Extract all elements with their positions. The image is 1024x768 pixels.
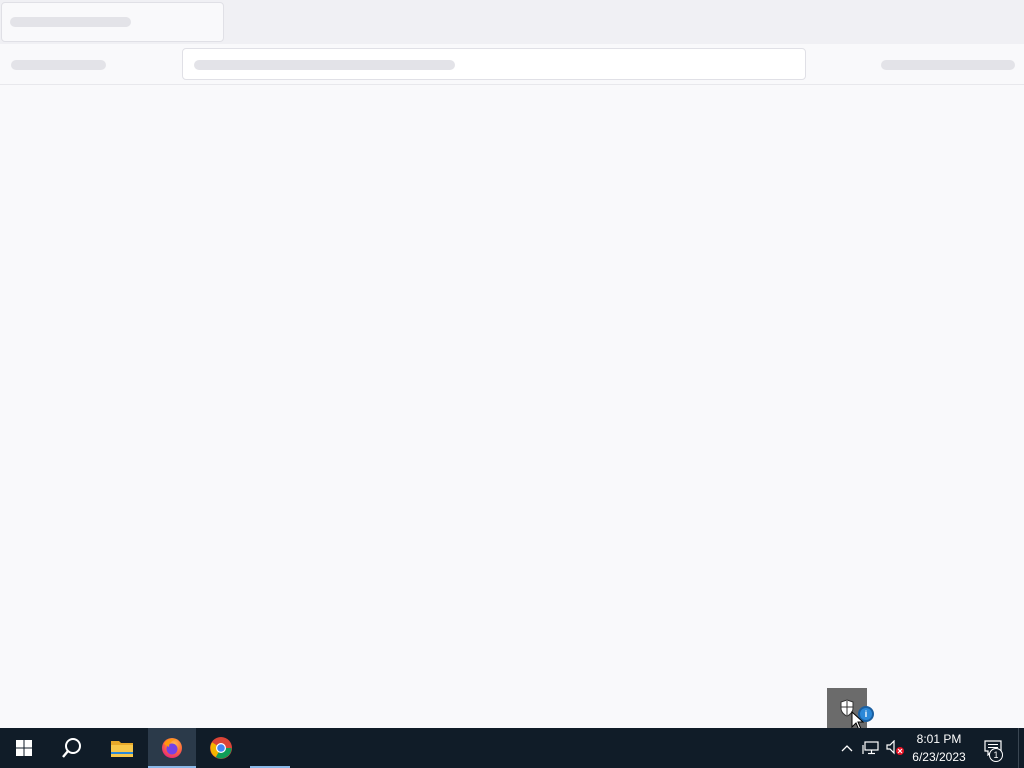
address-placeholder xyxy=(194,60,455,70)
show-desktop-button[interactable] xyxy=(1018,728,1024,768)
chrome-button[interactable] xyxy=(197,728,245,768)
page-content xyxy=(0,86,1024,728)
chevron-up-icon xyxy=(841,745,853,752)
network-icon xyxy=(862,741,879,755)
volume-muted-icon xyxy=(886,740,904,755)
toolbar-buttons-placeholder xyxy=(881,60,1015,70)
browser-nav-bar xyxy=(0,44,1024,85)
address-bar[interactable] xyxy=(182,48,806,80)
firefox-button[interactable] xyxy=(148,728,196,768)
firefox-icon xyxy=(162,738,182,758)
taskbar: 8:01 PM 6/23/2023 1 xyxy=(0,728,1024,768)
browser-tab-loading[interactable] xyxy=(1,2,224,42)
show-hidden-icons-button[interactable] xyxy=(838,728,856,768)
clock-date: 6/23/2023 xyxy=(912,750,966,764)
file-explorer-button[interactable] xyxy=(98,728,146,768)
network-button[interactable] xyxy=(861,728,881,768)
clock-time: 8:01 PM xyxy=(916,732,962,746)
volume-button[interactable] xyxy=(884,728,906,768)
search-icon xyxy=(62,738,81,758)
tab-title-placeholder xyxy=(10,17,131,27)
search-button[interactable] xyxy=(48,728,96,768)
chrome-icon xyxy=(210,737,232,759)
notification-count-badge: 1 xyxy=(989,748,1003,762)
nav-buttons-placeholder xyxy=(11,60,106,70)
taskbar-clock[interactable]: 8:01 PM 6/23/2023 xyxy=(906,728,972,768)
windows-logo-icon xyxy=(16,740,32,756)
browser-tab-strip xyxy=(0,0,1024,44)
start-button[interactable] xyxy=(0,728,48,768)
folder-icon xyxy=(111,741,133,757)
